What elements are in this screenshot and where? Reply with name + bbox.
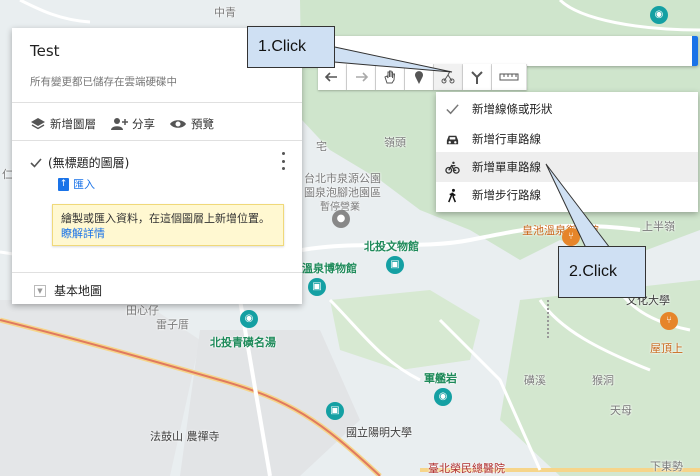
basemap-row[interactable]: ▼ 基本地圖 <box>34 282 102 299</box>
map-label: 雷子厝 <box>156 318 189 331</box>
marker-icon <box>415 71 423 84</box>
map-label: 嶺頭 <box>384 136 406 149</box>
menu-item-cycling-route[interactable]: 新增單車路線 <box>436 152 698 182</box>
layers-icon <box>31 118 45 130</box>
import-link[interactable]: ↑ 匯入 <box>58 176 95 192</box>
basemap-label: 基本地圖 <box>54 284 103 298</box>
map-label: 北投青磺名湯 <box>210 336 276 349</box>
redo-button[interactable] <box>347 64 376 90</box>
map-label: 軍艦岩 <box>424 372 457 385</box>
bike-icon <box>444 161 460 174</box>
callout-step-1: 1.Click <box>247 26 335 68</box>
museum-marker-icon[interactable]: ▣ <box>386 256 404 274</box>
layer-options-icon[interactable] <box>280 152 286 170</box>
panel-actions: 新增圖層 分享 預覽 <box>30 116 214 132</box>
hot-spring-marker-icon[interactable]: ◉ <box>240 310 258 328</box>
map-toolbar-tools <box>376 64 527 90</box>
map-label: 屋頂上 <box>650 342 683 355</box>
search-button[interactable] <box>692 36 698 66</box>
car-icon <box>446 135 458 144</box>
divider <box>12 102 302 103</box>
menu-item-walking-route[interactable]: 新增步行路線 <box>436 180 698 210</box>
map-label: 皇池溫泉御膳館 <box>522 224 599 237</box>
directions-icon <box>471 71 483 84</box>
menu-item-label: 新增步行路線 <box>472 188 541 202</box>
restaurant-marker-icon[interactable]: ⑂ <box>660 312 678 330</box>
poi-marker-icon[interactable]: ◉ <box>650 6 668 24</box>
add-marker-button[interactable] <box>405 64 434 90</box>
add-layer-button[interactable]: 新增圖層 <box>30 116 96 132</box>
layer-row[interactable]: (無標題的圖層) <box>30 154 129 171</box>
map-label: 磺溪 <box>524 374 546 387</box>
import-file-icon: ↑ <box>58 177 69 191</box>
divider <box>12 140 302 141</box>
check-icon <box>30 157 42 168</box>
add-person-icon <box>111 118 128 130</box>
add-layer-label: 新增圖層 <box>50 117 96 131</box>
map-label: 法鼓山 農禪寺 <box>150 430 220 443</box>
layer-name[interactable]: (無標題的圖層) <box>48 154 129 171</box>
map-label: 猴洞 <box>592 374 614 387</box>
park-marker-icon[interactable]: ◉ <box>434 388 452 406</box>
directions-button[interactable] <box>463 64 492 90</box>
save-status: 所有變更都已儲存在雲端硬碟中 <box>30 76 177 88</box>
map-label: 下東勢 <box>650 460 683 473</box>
ruler-icon <box>499 73 519 81</box>
eye-icon <box>170 120 186 128</box>
draw-line-icon <box>441 70 455 84</box>
redo-icon <box>356 72 369 82</box>
map-label: 天母 <box>610 404 632 417</box>
menu-item-add-line[interactable]: 新增線條或形狀 <box>436 94 698 124</box>
share-label: 分享 <box>132 117 155 131</box>
school-marker-icon[interactable]: ▣ <box>326 402 344 420</box>
preview-label: 預覽 <box>191 117 214 131</box>
layer-visibility-checkbox[interactable] <box>30 157 42 169</box>
map-label: 臺北榮民總醫院 <box>428 462 505 475</box>
learn-more-link[interactable]: 瞭解詳情 <box>61 227 105 240</box>
museum-marker-icon[interactable]: ▣ <box>308 278 326 296</box>
map-label: 國立陽明大學 <box>346 426 412 439</box>
hand-icon <box>384 70 396 84</box>
map-label: 田心仔 <box>126 304 159 317</box>
map-label: 北投文物館 <box>364 240 419 253</box>
draw-line-menu: 新增線條或形狀 新增行車路線 新增單車路線 新增步行路線 <box>436 92 698 212</box>
map-label: 上半嶺 <box>642 220 675 233</box>
callout-step-2: 2.Click <box>558 246 646 298</box>
import-label: 匯入 <box>73 178 95 191</box>
hint-text: 繪製或匯入資料，在這個圖層上新增位置。 <box>61 212 270 225</box>
share-button[interactable]: 分享 <box>110 116 155 132</box>
draw-line-button[interactable] <box>434 64 463 90</box>
expand-caret-icon[interactable]: ▼ <box>34 284 46 297</box>
layer-hint-box: 繪製或匯入資料，在這個圖層上新增位置。瞭解詳情 <box>52 204 284 246</box>
ruler-button[interactable] <box>492 64 527 90</box>
map-label: 宅 <box>316 140 327 153</box>
map-layers-panel: Test 所有變更都已儲存在雲端硬碟中 新增圖層 分享 預覽 (無標題的圖層) … <box>12 28 302 304</box>
walk-icon <box>447 188 456 202</box>
restaurant-marker-icon[interactable]: ⑂ <box>562 228 580 246</box>
menu-item-label: 新增線條或形狀 <box>472 102 553 116</box>
divider <box>12 272 302 273</box>
map-label: 溫泉博物館 <box>302 262 357 275</box>
map-title[interactable]: Test <box>30 42 60 60</box>
menu-item-driving-route[interactable]: 新增行車路線 <box>436 124 698 154</box>
undo-icon <box>324 72 337 82</box>
search-bar[interactable] <box>300 36 698 66</box>
preview-button[interactable]: 預覽 <box>169 116 214 132</box>
hand-tool-button[interactable] <box>376 64 405 90</box>
map-label: 中青 <box>214 6 236 19</box>
check-icon <box>445 103 459 114</box>
menu-item-label: 新增行車路線 <box>472 132 541 146</box>
menu-item-label: 新增單車路線 <box>472 160 541 174</box>
poi-marker-icon[interactable]: ● <box>332 210 350 228</box>
